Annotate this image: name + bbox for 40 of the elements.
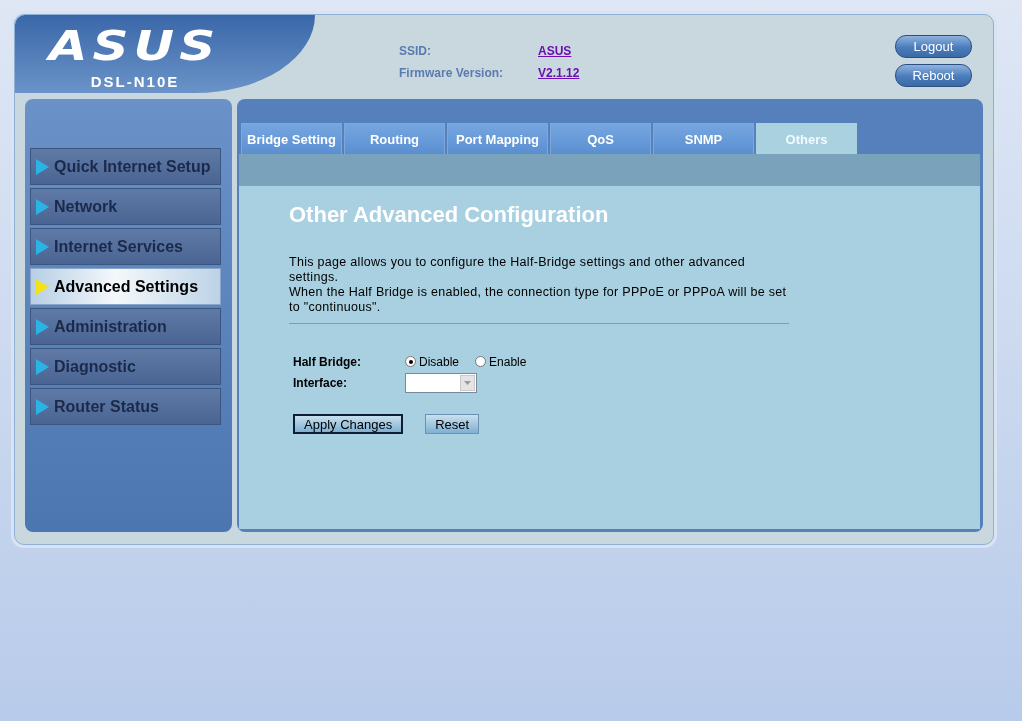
- info-link[interactable]: V2.1.12: [538, 66, 580, 80]
- triangle-icon: [35, 197, 50, 216]
- menu-item[interactable]: Quick Internet Setup: [30, 148, 221, 185]
- menu-item[interactable]: Advanced Settings: [30, 268, 221, 305]
- header-button[interactable]: Logout: [895, 35, 972, 58]
- menu-item[interactable]: Diagnostic: [30, 348, 221, 385]
- menu-item[interactable]: Network: [30, 188, 221, 225]
- radio-button[interactable]: [405, 356, 416, 367]
- tab[interactable]: SNMP: [653, 123, 754, 154]
- radio-label[interactable]: Disable: [419, 354, 460, 369]
- form-button[interactable]: Apply Changes: [293, 414, 404, 434]
- tab[interactable]: Others: [756, 123, 857, 154]
- info-label: SSID:: [399, 44, 432, 58]
- field-label: Half Bridge:: [293, 354, 362, 369]
- model-name: DSL-N10E: [90, 73, 180, 90]
- description-text: This page allows you to configure the Half-Bridge settings and other advanced settings.: [289, 255, 746, 285]
- caret-icon: [460, 374, 475, 391]
- description-text: When the Half Bridge is enabled, the connection type for PPPoE or PPPoA will be set to "continuous".: [289, 285, 788, 315]
- triangle-icon: [35, 317, 50, 336]
- interface-dropdown[interactable]: [405, 372, 477, 393]
- triangle-icon: [35, 277, 50, 296]
- form-button[interactable]: Reset: [425, 414, 480, 434]
- tab[interactable]: Routing: [344, 123, 445, 154]
- info-link[interactable]: ASUS: [538, 44, 580, 58]
- triangle-icon: [35, 237, 50, 256]
- menu-item[interactable]: Router Status: [30, 388, 221, 425]
- page-title: Other Advanced Configuration: [289, 202, 610, 228]
- info-label: Firmware Version:: [399, 66, 505, 80]
- menu-item[interactable]: Administration: [30, 308, 221, 345]
- menu-item[interactable]: Internet Services: [30, 228, 221, 265]
- triangle-icon: [35, 157, 50, 176]
- tab[interactable]: QoS: [550, 123, 651, 154]
- header-button[interactable]: Reboot: [895, 64, 972, 87]
- radio-label[interactable]: Enable: [489, 354, 527, 369]
- tab[interactable]: Bridge Setting: [241, 123, 342, 154]
- triangle-icon: [35, 357, 50, 376]
- triangle-icon: [35, 397, 50, 416]
- tab[interactable]: Port Mapping: [447, 123, 548, 154]
- radio-button[interactable]: [475, 356, 487, 367]
- field-label: Interface:: [293, 375, 349, 390]
